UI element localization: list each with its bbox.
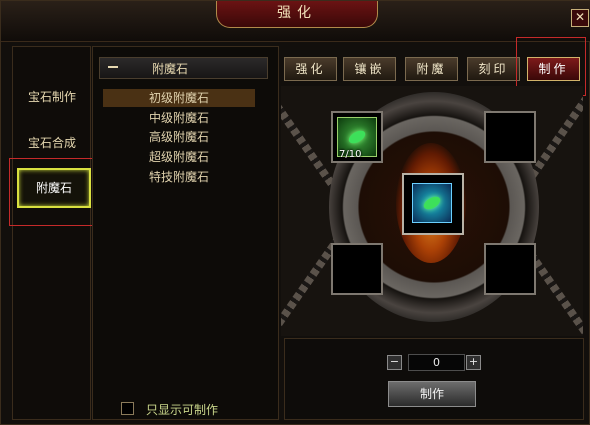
recipe-list-panel: 附魔石 初级附魔石 中级附魔石 高级附魔石 超级附魔石 特技附魔石 只显示可制作 [92,46,279,420]
list-item-skill-enchant-stone[interactable]: 特技附魔石 [103,168,255,186]
tab-inlay[interactable]: 镶嵌 [343,57,396,81]
left-nav: 宝石制作 宝石合成 附魔石 [12,46,91,420]
show-craftable-checkbox[interactable] [121,402,134,415]
crafting-workspace: 7/10 [281,86,583,336]
list-item-mid-enchant-stone[interactable]: 中级附魔石 [103,109,255,127]
list-header-label: 附魔石 [152,62,189,76]
close-button[interactable]: ✕ [571,9,589,27]
tab-engrave[interactable]: 刻印 [467,57,520,81]
result-slot[interactable] [402,173,464,235]
tab-strengthen[interactable]: 强化 [284,57,337,81]
craft-controls-panel [284,338,584,420]
list-item-high-enchant-stone[interactable]: 高级附魔石 [103,128,255,146]
list-item-super-enchant-stone[interactable]: 超级附魔石 [103,148,255,166]
title-bar: 强化 ✕ [1,1,590,42]
nav-item-gem-crafting[interactable]: 宝石制作 [17,79,87,115]
green-gem-icon [412,183,452,223]
list-item-basic-enchant-stone[interactable]: 初级附魔石 [103,89,255,107]
collapse-icon [108,66,118,68]
craft-button[interactable]: 制作 [388,381,476,407]
increase-quantity-button[interactable]: + [466,355,481,370]
nav-item-gem-synthesis[interactable]: 宝石合成 [17,125,87,161]
show-craftable-label: 只显示可制作 [146,403,219,417]
window-title: 强化 [216,1,378,28]
crafting-window: 强化 ✕ 宝石制作 宝石合成 附魔石 附魔石 初级附魔石 中级附魔石 高级附魔石… [0,0,590,425]
decrease-quantity-button[interactable]: − [387,355,402,370]
tab-enchant[interactable]: 附魔 [405,57,458,81]
empty-slot[interactable] [484,243,536,295]
ingredient-slot[interactable]: 7/10 [331,111,383,163]
list-header[interactable]: 附魔石 [99,57,268,79]
ingredient-count: 7/10 [339,149,362,160]
empty-slot[interactable] [331,243,383,295]
empty-slot[interactable] [484,111,536,163]
quantity-field[interactable]: 0 [408,354,465,371]
